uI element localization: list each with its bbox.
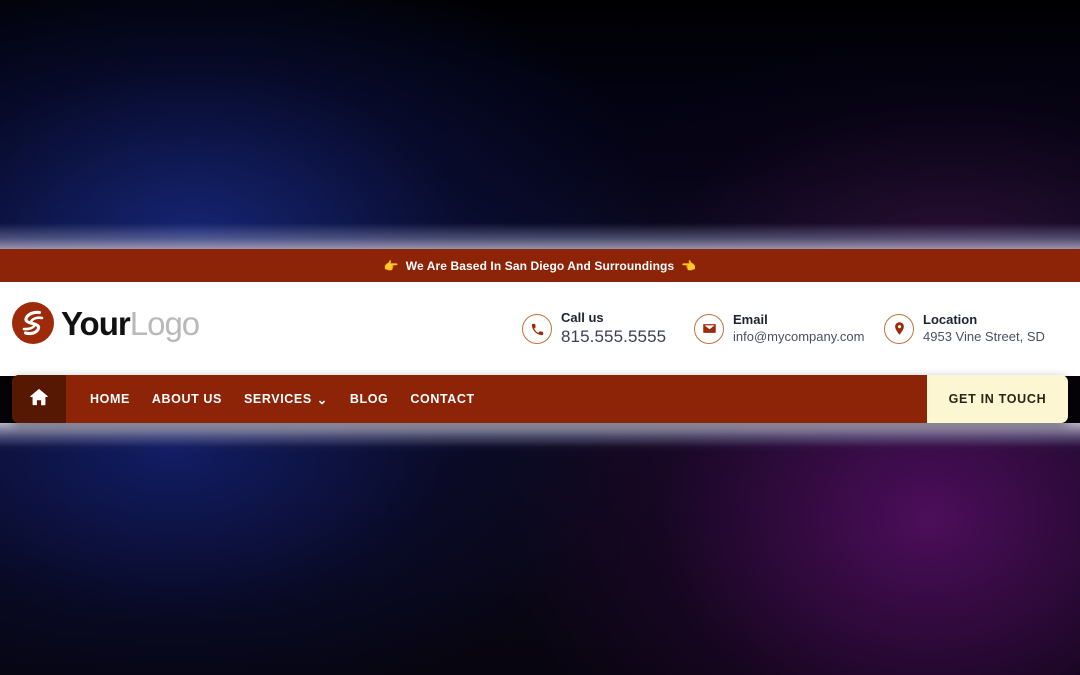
announcement-text: We Are Based In San Diego And Surroundin…: [405, 258, 675, 273]
get-in-touch-label: GET IN TOUCH: [948, 392, 1047, 406]
header-band: YourLogo Call us 815.555.5555 Email info…: [0, 282, 1080, 376]
page-root: 👉 We Are Based In San Diego And Surround…: [0, 0, 1080, 675]
pointing-right-icon: 👉: [383, 258, 399, 273]
contact-email-value: info@mycompany.com: [733, 329, 865, 345]
background-top: [0, 0, 1080, 249]
contact-email-label: Email: [733, 312, 768, 328]
contact-phone-body: Call us 815.555.5555: [561, 310, 666, 348]
contact-location-value: 4953 Vine Street, SD: [923, 329, 1045, 345]
logo-text: YourLogo: [61, 304, 200, 342]
nav-link-home[interactable]: HOME: [90, 392, 130, 406]
nav-link-about-us[interactable]: ABOUT US: [152, 392, 222, 406]
contact-location-label: Location: [923, 312, 978, 328]
nav-link-blog-label: BLOG: [349, 392, 389, 406]
header-inner: YourLogo Call us 815.555.5555 Email info…: [0, 282, 1080, 376]
contact-phone-label: Call us: [561, 309, 604, 325]
nav-link-contact[interactable]: CONTACT: [410, 392, 474, 406]
main-navigation: HOME ABOUT US SERVICES ⌄ BLOG CONTACT GE…: [12, 375, 1068, 423]
nav-link-about-us-label: ABOUT US: [151, 392, 222, 406]
contact-email-body: Email info@mycompany.com: [733, 312, 864, 346]
map-pin-icon: [884, 313, 914, 344]
contact-item-phone[interactable]: Call us 815.555.5555: [522, 310, 694, 348]
contact-item-email[interactable]: Email info@mycompany.com: [694, 312, 884, 346]
announcement-bar: 👉 We Are Based In San Diego And Surround…: [0, 249, 1080, 282]
envelope-icon: [694, 313, 724, 344]
nav-link-services-label: SERVICES: [243, 392, 312, 406]
logo-mark-icon: [12, 302, 54, 344]
contact-location-body: Location 4953 Vine Street, SD: [923, 312, 1045, 346]
logo-text-secondary: Logo: [129, 304, 200, 342]
phone-icon: [522, 314, 552, 344]
nav-link-services[interactable]: SERVICES ⌄: [244, 392, 328, 407]
contact-item-location[interactable]: Location 4953 Vine Street, SD: [884, 312, 1064, 346]
nav-links: HOME ABOUT US SERVICES ⌄ BLOG CONTACT: [66, 375, 475, 423]
nav-link-home-label: HOME: [90, 392, 130, 406]
logo[interactable]: YourLogo: [12, 302, 200, 344]
background-top-glow: [0, 223, 1080, 249]
contact-info: Call us 815.555.5555 Email info@mycompan…: [522, 282, 1064, 376]
background-bottom: [0, 423, 1080, 675]
chevron-down-icon: ⌄: [316, 392, 328, 407]
logo-text-primary: Your: [61, 304, 131, 342]
nav-link-blog[interactable]: BLOG: [350, 392, 389, 406]
house-icon: [28, 386, 50, 413]
pointing-left-icon: 👈: [681, 258, 697, 273]
nav-home-button[interactable]: [12, 375, 66, 423]
nav-link-contact-label: CONTACT: [410, 392, 475, 406]
nav-main: HOME ABOUT US SERVICES ⌄ BLOG CONTACT: [12, 375, 927, 423]
background-bottom-glow: [0, 423, 1080, 453]
contact-phone-value: 815.555.5555: [561, 327, 667, 347]
get-in-touch-button[interactable]: GET IN TOUCH: [927, 375, 1068, 423]
